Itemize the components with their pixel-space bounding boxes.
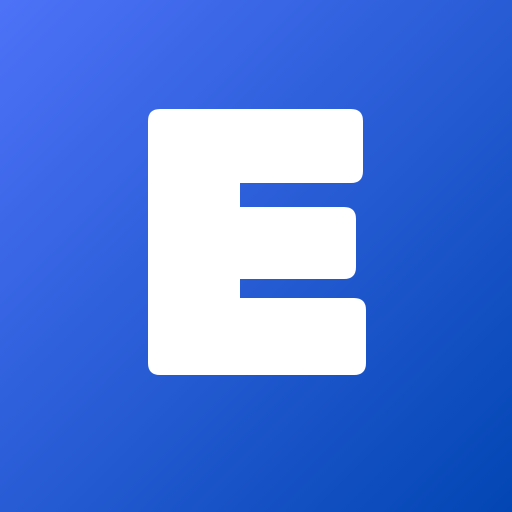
app-icon-graphic — [0, 0, 512, 512]
app-icon — [0, 0, 512, 512]
letter-e-logo-icon — [148, 109, 366, 375]
